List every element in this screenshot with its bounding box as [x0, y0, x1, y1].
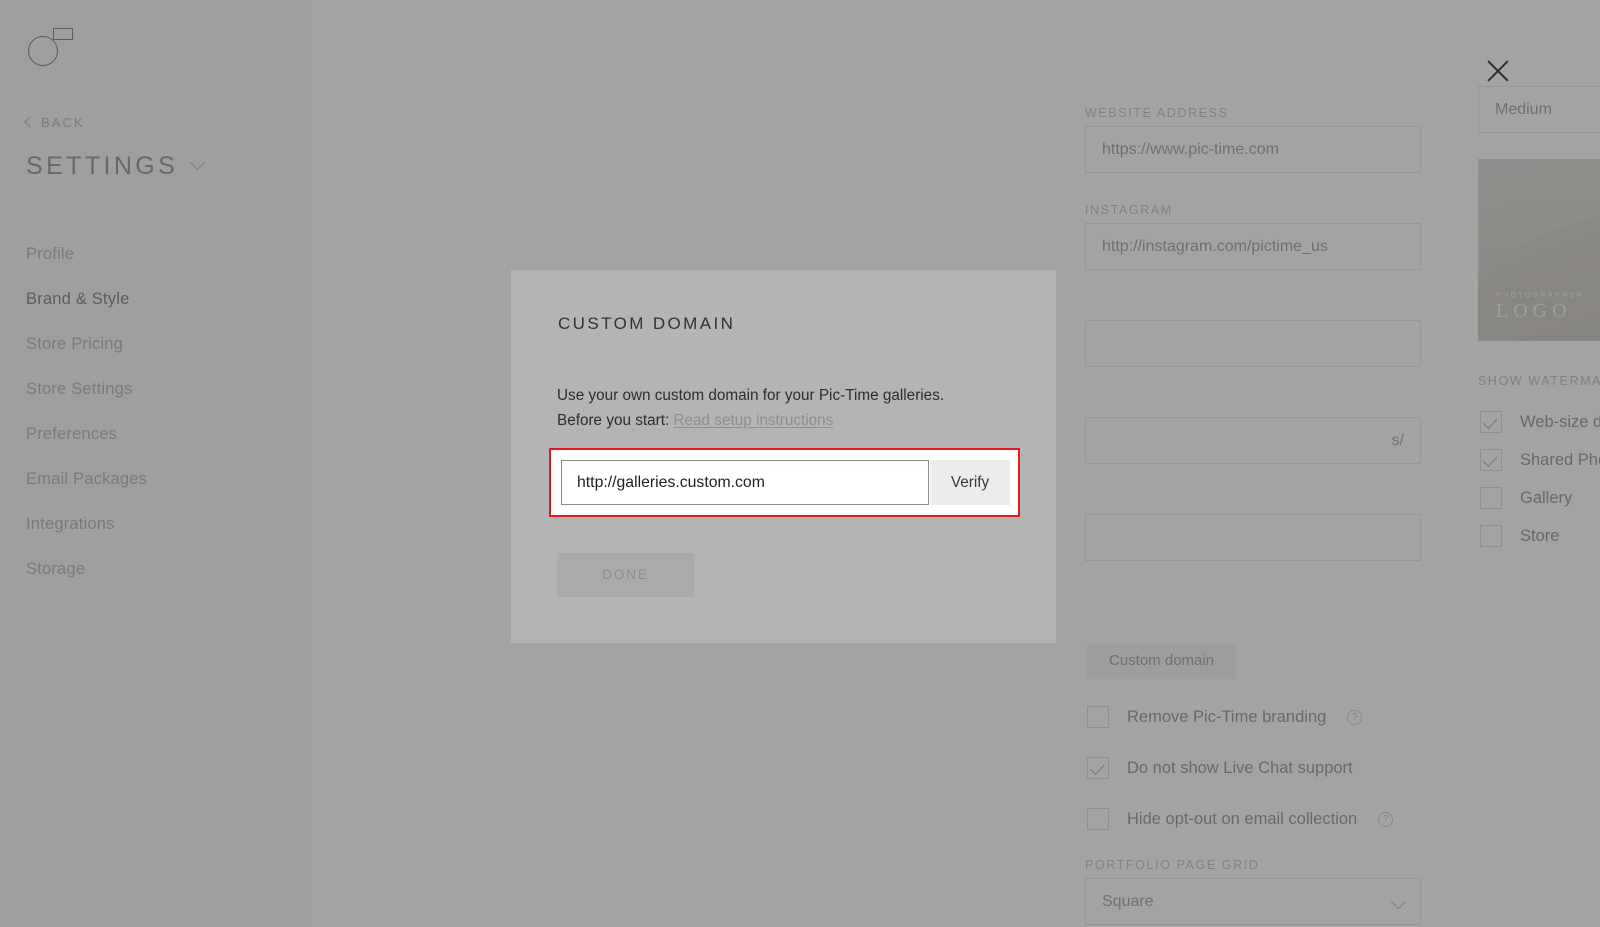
- domain-input-highlight: http://galleries.custom.com Verify: [549, 448, 1020, 517]
- dialog-description-secondary: Before you start: Read setup instruction…: [557, 412, 833, 430]
- dialog-description: Use your own custom domain for your Pic-…: [557, 387, 944, 405]
- done-button[interactable]: DONE: [557, 553, 694, 597]
- dialog-title: CUSTOM DOMAIN: [558, 314, 735, 334]
- screen: BACK SETTINGS Profile Brand & Style Stor…: [0, 0, 1600, 927]
- close-icon[interactable]: [1484, 57, 1512, 85]
- domain-input[interactable]: http://galleries.custom.com: [561, 460, 929, 505]
- custom-domain-dialog: CUSTOM DOMAIN Use your own custom domain…: [511, 270, 1056, 643]
- read-setup-instructions-link[interactable]: Read setup instructions: [673, 412, 833, 429]
- before-you-start-label: Before you start:: [557, 412, 669, 429]
- verify-button[interactable]: Verify: [930, 460, 1010, 505]
